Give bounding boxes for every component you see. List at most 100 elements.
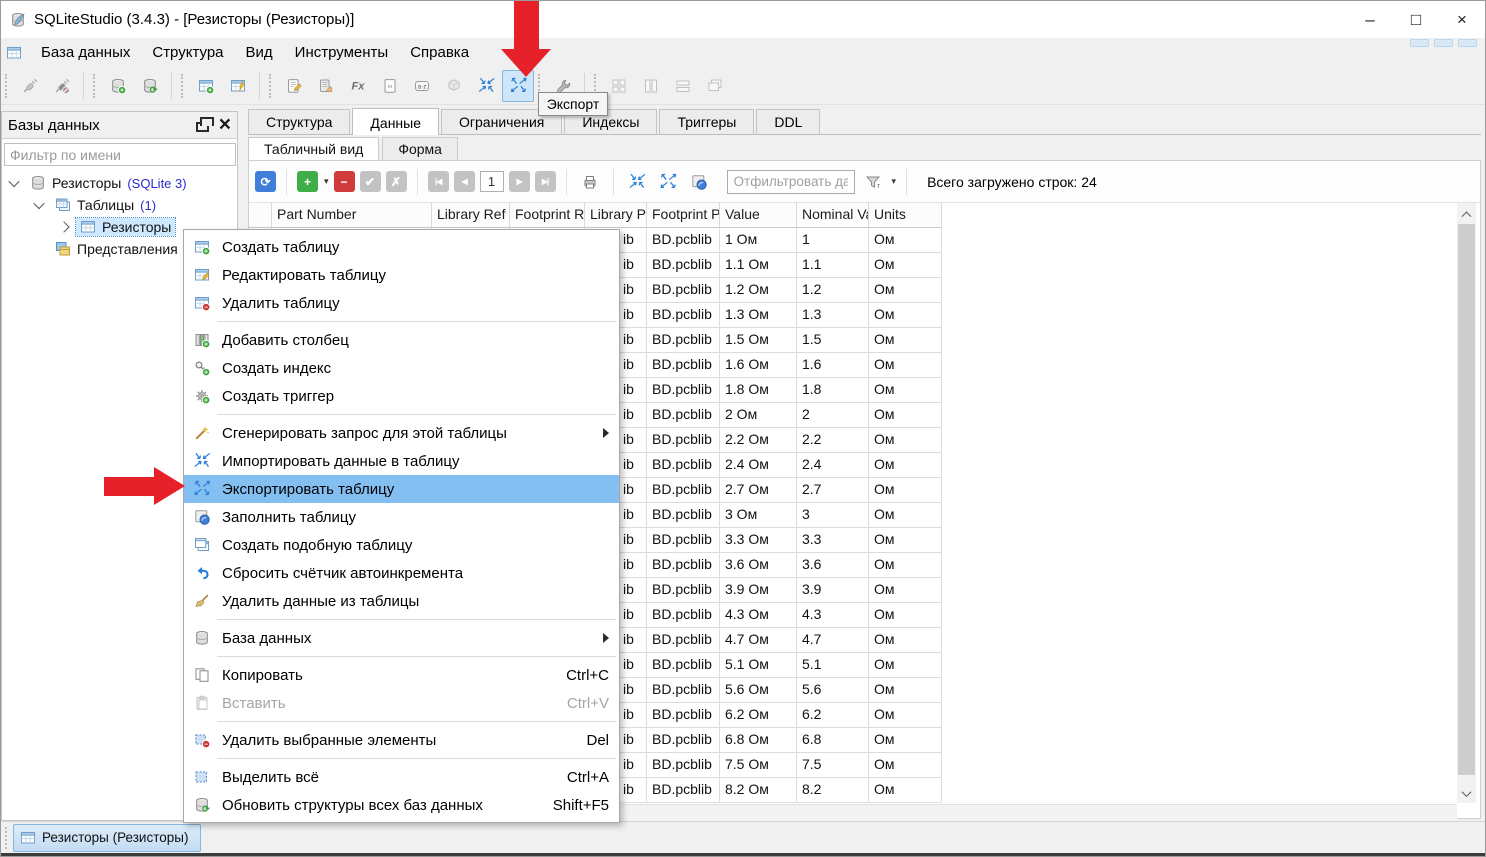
- cell-units[interactable]: Ом: [869, 603, 942, 628]
- taskbar-handle[interactable]: [5, 827, 9, 849]
- cell-footprint-path[interactable]: BD.pcblib: [647, 753, 720, 778]
- menu-item-база-данных[interactable]: База данных: [184, 624, 619, 652]
- cell-nominal-val[interactable]: 3.9: [797, 578, 869, 603]
- cell-value[interactable]: 6.8 Ом: [720, 728, 797, 753]
- import-grid-icon[interactable]: ↘↙↗↖: [624, 169, 650, 195]
- cell-footprint-path[interactable]: BD.pcblib: [647, 253, 720, 278]
- ddl-button[interactable]: ‹›: [374, 70, 406, 102]
- menu-item-создать-триггер[interactable]: +Создать триггер: [184, 382, 619, 410]
- scrollbar-thumb[interactable]: [1458, 224, 1475, 775]
- cell-value[interactable]: 1.5 Ом: [720, 328, 797, 353]
- mdi-horizontal-button[interactable]: [667, 70, 699, 102]
- cell-footprint-path[interactable]: BD.pcblib: [647, 553, 720, 578]
- column-header-nominal-val[interactable]: Nominal Val: [797, 203, 869, 228]
- cell-nominal-val[interactable]: 1.6: [797, 353, 869, 378]
- plugins-button[interactable]: [438, 70, 470, 102]
- cell-value[interactable]: 3 Ом: [720, 503, 797, 528]
- page-number-input[interactable]: [480, 171, 504, 192]
- commit-icon[interactable]: ✔: [360, 171, 381, 192]
- cell-footprint-path[interactable]: BD.pcblib: [647, 503, 720, 528]
- cell-value[interactable]: 1.1 Ом: [720, 253, 797, 278]
- cell-footprint-path[interactable]: BD.pcblib: [647, 328, 720, 353]
- menu-item-выделить-всё[interactable]: Выделить всёCtrl+A: [184, 763, 619, 791]
- cell-units[interactable]: Ом: [869, 428, 942, 453]
- cell-value[interactable]: 1.3 Ом: [720, 303, 797, 328]
- tree-item-таблицы[interactable]: Таблицы(1): [2, 194, 237, 216]
- cell-value[interactable]: 7.5 Ом: [720, 753, 797, 778]
- print-icon[interactable]: [577, 169, 603, 195]
- new-table-button[interactable]: +: [190, 70, 222, 102]
- cell-nominal-val[interactable]: 3.6: [797, 553, 869, 578]
- mdi-vertical-button[interactable]: [635, 70, 667, 102]
- close-button[interactable]: ×: [1439, 1, 1485, 38]
- column-header-units[interactable]: Units: [869, 203, 942, 228]
- cell-value[interactable]: 4.7 Ом: [720, 628, 797, 653]
- cell-footprint-path[interactable]: BD.pcblib: [647, 303, 720, 328]
- tab-данные[interactable]: Данные: [352, 108, 439, 135]
- menu-вид[interactable]: Вид: [235, 40, 284, 65]
- cell-nominal-val[interactable]: 2: [797, 403, 869, 428]
- cell-footprint-path[interactable]: BD.pcblib: [647, 278, 720, 303]
- cell-units[interactable]: Ом: [869, 478, 942, 503]
- cell-value[interactable]: 3.6 Ом: [720, 553, 797, 578]
- cell-units[interactable]: Ом: [869, 653, 942, 678]
- last-page-icon[interactable]: ▶|: [535, 171, 556, 192]
- cell-units[interactable]: Ом: [869, 403, 942, 428]
- cell-footprint-path[interactable]: BD.pcblib: [647, 228, 720, 253]
- cell-nominal-val[interactable]: 8.2: [797, 778, 869, 803]
- cell-nominal-val[interactable]: 2.4: [797, 453, 869, 478]
- cell-nominal-val[interactable]: 1.1: [797, 253, 869, 278]
- export-grid-icon[interactable]: ↖↗↙↘: [655, 169, 681, 195]
- menu-структура[interactable]: Структура: [141, 40, 234, 65]
- cell-value[interactable]: 1.8 Ом: [720, 378, 797, 403]
- cell-footprint-path[interactable]: BD.pcblib: [647, 353, 720, 378]
- tree-item-резисторы[interactable]: Резисторы(SQLite 3): [2, 172, 237, 194]
- menu-справка[interactable]: Справка: [399, 40, 480, 65]
- cell-footprint-path[interactable]: BD.pcblib: [647, 528, 720, 553]
- child-restore-button[interactable]: [1434, 39, 1453, 47]
- vertical-scrollbar[interactable]: [1457, 203, 1476, 803]
- cell-units[interactable]: Ом: [869, 553, 942, 578]
- menu-item-копировать[interactable]: КопироватьCtrl+C: [184, 661, 619, 689]
- cell-footprint-path[interactable]: BD.pcblib: [647, 778, 720, 803]
- cell-units[interactable]: Ом: [869, 628, 942, 653]
- cell-footprint-path[interactable]: BD.pcblib: [647, 578, 720, 603]
- column-header-value[interactable]: Value: [720, 203, 797, 228]
- fill-grid-icon[interactable]: [686, 169, 712, 195]
- cell-units[interactable]: Ом: [869, 703, 942, 728]
- delete-row-icon[interactable]: −: [334, 171, 355, 192]
- minimize-button[interactable]: –: [1347, 1, 1393, 38]
- menu-item-экспортировать-таблицу[interactable]: ↖↗↙↘Экспортировать таблицу: [184, 475, 619, 503]
- cell-nominal-val[interactable]: 3.3: [797, 528, 869, 553]
- menu-item-создать-индекс[interactable]: +Создать индекс: [184, 354, 619, 382]
- menu-item-заполнить-таблицу[interactable]: Заполнить таблицу: [184, 503, 619, 531]
- cell-footprint-path[interactable]: BD.pcblib: [647, 653, 720, 678]
- menu-item-добавить-столбец[interactable]: +Добавить столбец: [184, 326, 619, 354]
- menu-item-удалить-данные-из-таблицы[interactable]: Удалить данные из таблицы: [184, 587, 619, 615]
- menu-item-сбросить-счётчик-автоинкремента[interactable]: Сбросить счётчик автоинкремента: [184, 559, 619, 587]
- cell-units[interactable]: Ом: [869, 328, 942, 353]
- menu-item-редактировать-таблицу[interactable]: Редактировать таблицу: [184, 261, 619, 289]
- cell-units[interactable]: Ом: [869, 578, 942, 603]
- cell-value[interactable]: 4.3 Ом: [720, 603, 797, 628]
- taskbar-window-button[interactable]: Резисторы (Резисторы): [13, 824, 201, 852]
- data-filter-input[interactable]: [727, 170, 855, 194]
- menu-инструменты[interactable]: Инструменты: [284, 40, 400, 65]
- cell-units[interactable]: Ом: [869, 778, 942, 803]
- add-row-icon[interactable]: +: [297, 171, 318, 192]
- scroll-up-button[interactable]: [1457, 203, 1476, 223]
- cell-units[interactable]: Ом: [869, 253, 942, 278]
- menu-item-создать-подобную-таблицу[interactable]: Создать подобную таблицу: [184, 531, 619, 559]
- float-panel-icon[interactable]: [196, 122, 209, 132]
- cell-value[interactable]: 1.6 Ом: [720, 353, 797, 378]
- cell-units[interactable]: Ом: [869, 503, 942, 528]
- cell-value[interactable]: 2 Ом: [720, 403, 797, 428]
- toolbar-drag-handle[interactable]: [5, 74, 9, 98]
- cell-value[interactable]: 2.7 Ом: [720, 478, 797, 503]
- menu-item-удалить-таблицу[interactable]: −Удалить таблицу: [184, 289, 619, 317]
- menu-item-создать-таблицу[interactable]: +Создать таблицу: [184, 233, 619, 261]
- chevron-down-icon[interactable]: [8, 176, 19, 187]
- cell-nominal-val[interactable]: 1.8: [797, 378, 869, 403]
- cell-nominal-val[interactable]: 1: [797, 228, 869, 253]
- column-header-footprint-pa[interactable]: Footprint Pa: [647, 203, 720, 228]
